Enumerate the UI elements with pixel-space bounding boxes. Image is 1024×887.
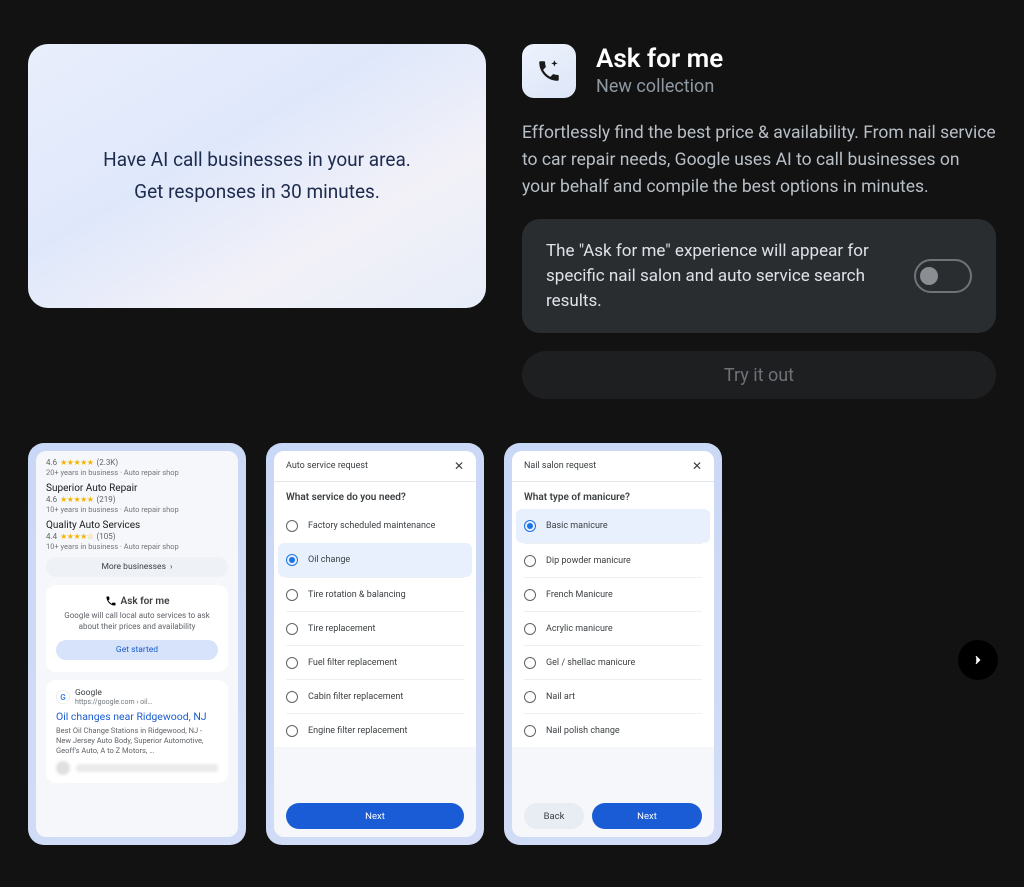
option-label: Oil change [308, 555, 350, 565]
close-icon[interactable]: ✕ [692, 459, 702, 473]
radio-option[interactable]: Acrylic manicure [524, 611, 702, 645]
radio-icon [286, 589, 298, 601]
radio-icon [524, 725, 536, 737]
sheet-title: Nail salon request [524, 461, 596, 471]
star-icon: ★★★★☆ [60, 532, 93, 541]
business-result-1: Superior Auto Repair 4.6 ★★★★★ (219) 10+… [46, 483, 228, 514]
radio-option[interactable]: Nail art [524, 679, 702, 713]
radio-icon [524, 657, 536, 669]
promo-card: Have AI call businesses in your area. Ge… [28, 44, 486, 308]
option-label: Fuel filter replacement [308, 658, 397, 668]
option-label: Tire rotation & balancing [308, 590, 406, 600]
radio-option[interactable]: Cabin filter replacement [286, 679, 464, 713]
radio-option[interactable]: Factory scheduled maintenance [286, 509, 464, 543]
sheet-title: Auto service request [286, 461, 368, 471]
business-result-0: 4.6 ★★★★★ (2.3K) 20+ years in business ·… [46, 458, 228, 477]
radio-option[interactable]: Gel / shellac manicure [524, 645, 702, 679]
feature-toggle-panel: The "Ask for me" experience will appear … [522, 219, 996, 333]
option-label: Cabin filter replacement [308, 692, 403, 702]
ask-for-me-card: Ask for me Google will call local auto s… [46, 585, 228, 672]
star-icon: ★★★★★ [60, 495, 93, 504]
radio-option[interactable]: Basic manicure [516, 509, 710, 543]
web-result: G Google https://google.com › oil… Oil c… [46, 680, 228, 783]
radio-icon [524, 555, 536, 567]
radio-option[interactable]: Dip powder manicure [524, 543, 702, 577]
radio-option[interactable]: Nail polish change [524, 713, 702, 747]
promo-line-2: Get responses in 30 minutes. [134, 176, 380, 208]
search-result-title[interactable]: Oil changes near Ridgewood, NJ [56, 710, 218, 723]
radio-option[interactable]: Oil change [278, 543, 472, 577]
radio-icon [286, 554, 298, 566]
option-label: Basic manicure [546, 521, 608, 531]
radio-option[interactable]: Engine filter replacement [286, 713, 464, 747]
placeholder-row [56, 761, 218, 775]
phone-sparkle-icon [105, 595, 117, 607]
more-businesses-button[interactable]: More businesses › [46, 557, 228, 577]
option-label: Nail art [546, 692, 575, 702]
try-it-out-button[interactable]: Try it out [522, 351, 996, 399]
carousel-next-button[interactable] [958, 640, 998, 680]
preview-phone-search-results[interactable]: 4.6 ★★★★★ (2.3K) 20+ years in business ·… [28, 443, 246, 845]
chevron-right-icon [971, 653, 985, 667]
radio-icon [524, 589, 536, 601]
radio-icon [524, 623, 536, 635]
option-label: French Manicure [546, 590, 613, 600]
chevron-right-icon: › [170, 562, 173, 572]
option-label: Acrylic manicure [546, 624, 613, 634]
toggle-description: The "Ask for me" experience will appear … [546, 239, 894, 313]
radio-icon [286, 623, 298, 635]
next-button[interactable]: Next [592, 803, 702, 829]
sheet-question: What type of manicure? [512, 482, 714, 509]
option-label: Tire replacement [308, 624, 375, 634]
option-label: Engine filter replacement [308, 726, 407, 736]
radio-option[interactable]: Fuel filter replacement [286, 645, 464, 679]
radio-option[interactable]: French Manicure [524, 577, 702, 611]
feature-description: Effortlessly find the best price & avail… [522, 120, 996, 201]
page-title: Ask for me [596, 44, 723, 74]
preview-carousel: 4.6 ★★★★★ (2.3K) 20+ years in business ·… [0, 399, 1024, 845]
radio-icon [286, 520, 298, 532]
phone-sparkle-icon [536, 58, 562, 84]
option-label: Nail polish change [546, 726, 620, 736]
next-button[interactable]: Next [286, 803, 464, 829]
ask-for-me-app-icon [522, 44, 576, 98]
feature-toggle[interactable] [914, 259, 972, 293]
business-result-2: Quality Auto Services 4.4 ★★★★☆ (105) 10… [46, 520, 228, 551]
preview-phone-auto-service[interactable]: Auto service request ✕ What service do y… [266, 443, 484, 845]
promo-line-1: Have AI call businesses in your area. [103, 144, 411, 176]
star-icon: ★★★★★ [60, 458, 93, 467]
radio-icon [286, 725, 298, 737]
radio-icon [286, 691, 298, 703]
radio-option[interactable]: Tire replacement [286, 611, 464, 645]
option-label: Factory scheduled maintenance [308, 521, 435, 531]
option-label: Dip powder manicure [546, 556, 631, 566]
back-button[interactable]: Back [524, 803, 584, 829]
preview-phone-nail-salon[interactable]: Nail salon request ✕ What type of manicu… [504, 443, 722, 845]
option-label: Gel / shellac manicure [546, 658, 635, 668]
radio-option[interactable]: Tire rotation & balancing [286, 577, 464, 611]
toggle-knob [920, 267, 938, 285]
get-started-button[interactable]: Get started [56, 640, 218, 660]
close-icon[interactable]: ✕ [454, 459, 464, 473]
google-logo-icon: G [56, 690, 70, 704]
page-subtitle: New collection [596, 76, 723, 97]
radio-icon [524, 520, 536, 532]
radio-icon [524, 691, 536, 703]
sheet-question: What service do you need? [274, 482, 476, 509]
radio-icon [286, 657, 298, 669]
